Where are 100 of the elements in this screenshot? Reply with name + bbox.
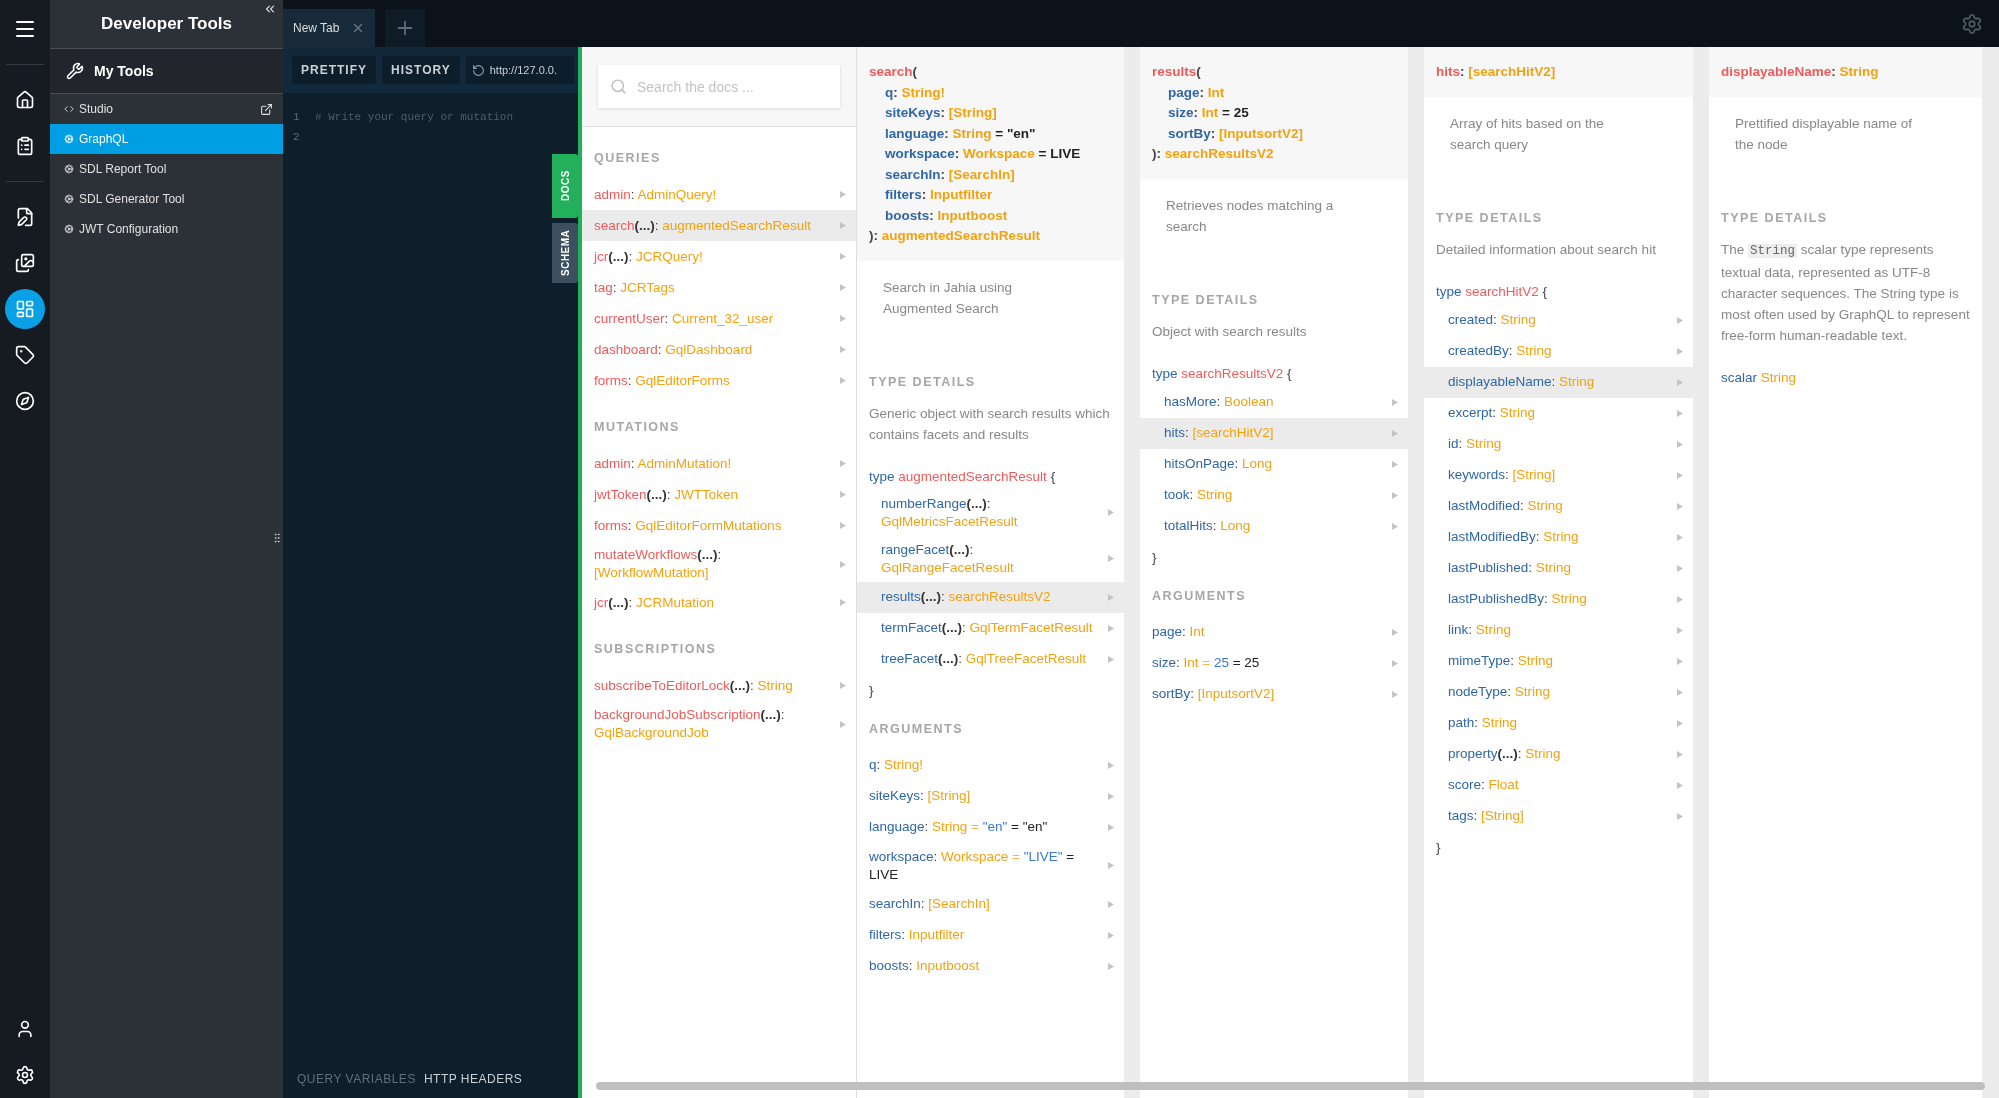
doc-field-link[interactable]: filters: Inputfilter xyxy=(857,919,1124,951)
doc-field-link[interactable]: created: String xyxy=(1424,304,1693,336)
section-heading: TYPE DETAILS xyxy=(1720,209,1829,227)
sidebar-item[interactable]: JWT Configuration xyxy=(50,214,283,244)
caret-icon xyxy=(1392,491,1398,499)
doc-field-link[interactable]: totalHits: Long xyxy=(1140,510,1408,542)
rail-nav-icon[interactable] xyxy=(5,289,45,329)
doc-field-link[interactable]: boosts: Inputboost xyxy=(857,950,1124,982)
doc-field-link[interactable]: hasMore: Boolean xyxy=(1140,386,1408,418)
sidebar-item[interactable]: SDL Generator Tool xyxy=(50,184,283,214)
field-signature: results( page: Int size: Int = 25 sortBy: [InputsortV2] ): searchResultsV2 xyxy=(1140,47,1408,179)
doc-field-link[interactable]: displayableName: String xyxy=(1424,366,1693,398)
line-number: 2 xyxy=(293,131,301,143)
doc-field-link[interactable]: score: Float xyxy=(1424,769,1693,801)
panel-tab[interactable]: HTTP HEADERS xyxy=(423,1068,523,1090)
docs-search-box[interactable]: Search the docs ... xyxy=(598,65,840,108)
doc-field-link[interactable]: property(...): String xyxy=(1424,738,1693,770)
caret-icon xyxy=(1108,931,1114,939)
caret-icon xyxy=(1392,522,1398,530)
field-signature: hits: [searchHitV2] xyxy=(1424,47,1693,97)
doc-field-link[interactable]: path: String xyxy=(1424,707,1693,739)
caret-icon xyxy=(1677,719,1683,727)
doc-field-link[interactable]: tag: JCRTags xyxy=(582,272,856,303)
doc-field-link[interactable]: results(...): searchResultsV2 xyxy=(857,581,1124,613)
type-description: The String scalar type represents textual data, represented as UTF-8 character sequences. The String type is most often used by GraphQL to represent free-form human-readable text. xyxy=(1720,240,1971,345)
section-heading: SUBSCRIPTIONS xyxy=(593,641,718,658)
caret-icon xyxy=(840,346,846,353)
doc-field-link[interactable]: backgroundJobSubscription(...): GqlBackgroundJob xyxy=(582,701,856,747)
caret-icon xyxy=(1108,792,1114,800)
doc-field-link[interactable]: subscribeToEditorLock(...): String xyxy=(582,670,856,701)
type-declaration: scalar String xyxy=(1720,368,1798,387)
doc-field-link[interactable]: dashboard: GqlDashboard xyxy=(582,334,856,365)
tab-label[interactable]: New Tab xyxy=(293,21,340,35)
cog-icon xyxy=(64,194,74,204)
doc-field-link[interactable]: took: String xyxy=(1140,479,1408,511)
doc-field-link[interactable]: forms: GqlEditorFormMutations xyxy=(582,510,856,541)
external-link-icon[interactable] xyxy=(260,102,273,116)
doc-field-link[interactable]: currentUser: Current_32_user xyxy=(582,303,856,334)
resize-handle-icon[interactable] xyxy=(271,532,283,544)
doc-field-link[interactable]: lastModifiedBy: String xyxy=(1424,521,1693,553)
code-icon xyxy=(64,104,74,114)
doc-field-link[interactable]: workspace: Workspace = "LIVE" = LIVE xyxy=(857,842,1124,889)
doc-field-link[interactable]: lastPublished: String xyxy=(1424,552,1693,584)
side-tab[interactable]: SCHEMA xyxy=(552,223,578,283)
sidebar-item[interactable]: SDL Report Tool xyxy=(50,154,283,184)
sidebar-title: Developer Tools xyxy=(101,14,232,34)
caret-icon xyxy=(840,720,846,728)
doc-field-link[interactable]: jcr(...): JCRQuery! xyxy=(582,241,856,272)
doc-field-link[interactable]: hitsOnPage: Long xyxy=(1140,448,1408,480)
doc-field-link[interactable]: link: String xyxy=(1424,614,1693,646)
doc-field-link[interactable]: admin: AdminMutation! xyxy=(582,448,856,479)
caret-icon xyxy=(1392,690,1398,698)
doc-field-link[interactable]: lastModified: String xyxy=(1424,490,1693,522)
doc-field-link[interactable]: numberRange(...): GqlMetricsFacetResult xyxy=(857,489,1124,536)
doc-field-link[interactable]: searchIn: [SearchIn] xyxy=(857,888,1124,920)
doc-field-link[interactable]: tags: [String] xyxy=(1424,800,1693,832)
doc-field-link[interactable]: hits: [searchHitV2] xyxy=(1140,417,1408,449)
doc-field-link[interactable]: lastPublishedBy: String xyxy=(1424,583,1693,615)
doc-field-link[interactable]: treeFacet(...): GqlTreeFacetResult xyxy=(857,643,1124,675)
doc-field-link[interactable]: mimeType: String xyxy=(1424,645,1693,677)
scrollbar[interactable] xyxy=(596,1082,1985,1090)
doc-field-link[interactable]: jcr(...): JCRMutation xyxy=(582,587,856,618)
field-description: Array of hits based on the search query xyxy=(1449,114,1605,154)
doc-field-link[interactable]: createdBy: String xyxy=(1424,335,1693,367)
caret-icon xyxy=(1677,688,1683,696)
doc-field-link[interactable]: siteKeys: [String] xyxy=(857,780,1124,812)
doc-field-link[interactable]: nodeType: String xyxy=(1424,676,1693,708)
doc-field-link[interactable]: size: Int = 25 = 25 xyxy=(1140,647,1408,679)
doc-field-link[interactable]: excerpt: String xyxy=(1424,397,1693,429)
url-bar[interactable]: http://127.0.0. xyxy=(465,56,574,84)
doc-field-link[interactable]: search(...): augmentedSearchResult xyxy=(582,210,856,241)
caret-icon xyxy=(1677,626,1683,634)
toolbar-button[interactable]: PRETTIFY xyxy=(292,56,376,84)
type-declaration: type augmentedSearchResult { xyxy=(868,467,1057,486)
doc-field-link[interactable]: rangeFacet(...): GqlRangeFacetResult xyxy=(857,535,1124,582)
doc-field-link[interactable]: forms: GqlEditorForms xyxy=(582,365,856,396)
toolbar-button[interactable]: HISTORY xyxy=(382,56,460,84)
url-field[interactable]: http://127.0.0. xyxy=(489,56,568,84)
search-icon xyxy=(610,78,627,95)
add-tab-button[interactable] xyxy=(385,9,426,47)
doc-field-link[interactable]: q: String! xyxy=(857,749,1124,781)
caret-icon xyxy=(840,191,846,198)
doc-field-link[interactable]: page: Int xyxy=(1140,616,1408,648)
doc-field-link[interactable]: id: String xyxy=(1424,428,1693,460)
collapse-icon[interactable] xyxy=(263,2,277,16)
doc-field-link[interactable]: language: String = "en" = "en" xyxy=(857,811,1124,843)
editor-tab[interactable]: New Tab xyxy=(283,9,376,47)
caret-icon xyxy=(1392,659,1398,667)
caret-icon xyxy=(1108,655,1114,663)
doc-field-link[interactable]: admin: AdminQuery! xyxy=(582,179,856,210)
doc-field-link[interactable]: termFacet(...): GqlTermFacetResult xyxy=(857,612,1124,644)
doc-field-link[interactable]: mutateWorkflows(...): [WorkflowMutation] xyxy=(582,541,856,587)
caret-icon xyxy=(1677,471,1683,479)
doc-field-link[interactable]: keywords: [String] xyxy=(1424,459,1693,491)
sidebar-item[interactable]: Studio xyxy=(50,94,283,124)
closing-brace: } xyxy=(868,681,875,700)
reload-icon[interactable] xyxy=(471,63,485,77)
section-heading: TYPE DETAILS xyxy=(868,373,977,391)
doc-field-link[interactable]: jwtToken(...): JWTToken xyxy=(582,479,856,510)
doc-field-link[interactable]: sortBy: [InputsortV2] xyxy=(1140,678,1408,710)
